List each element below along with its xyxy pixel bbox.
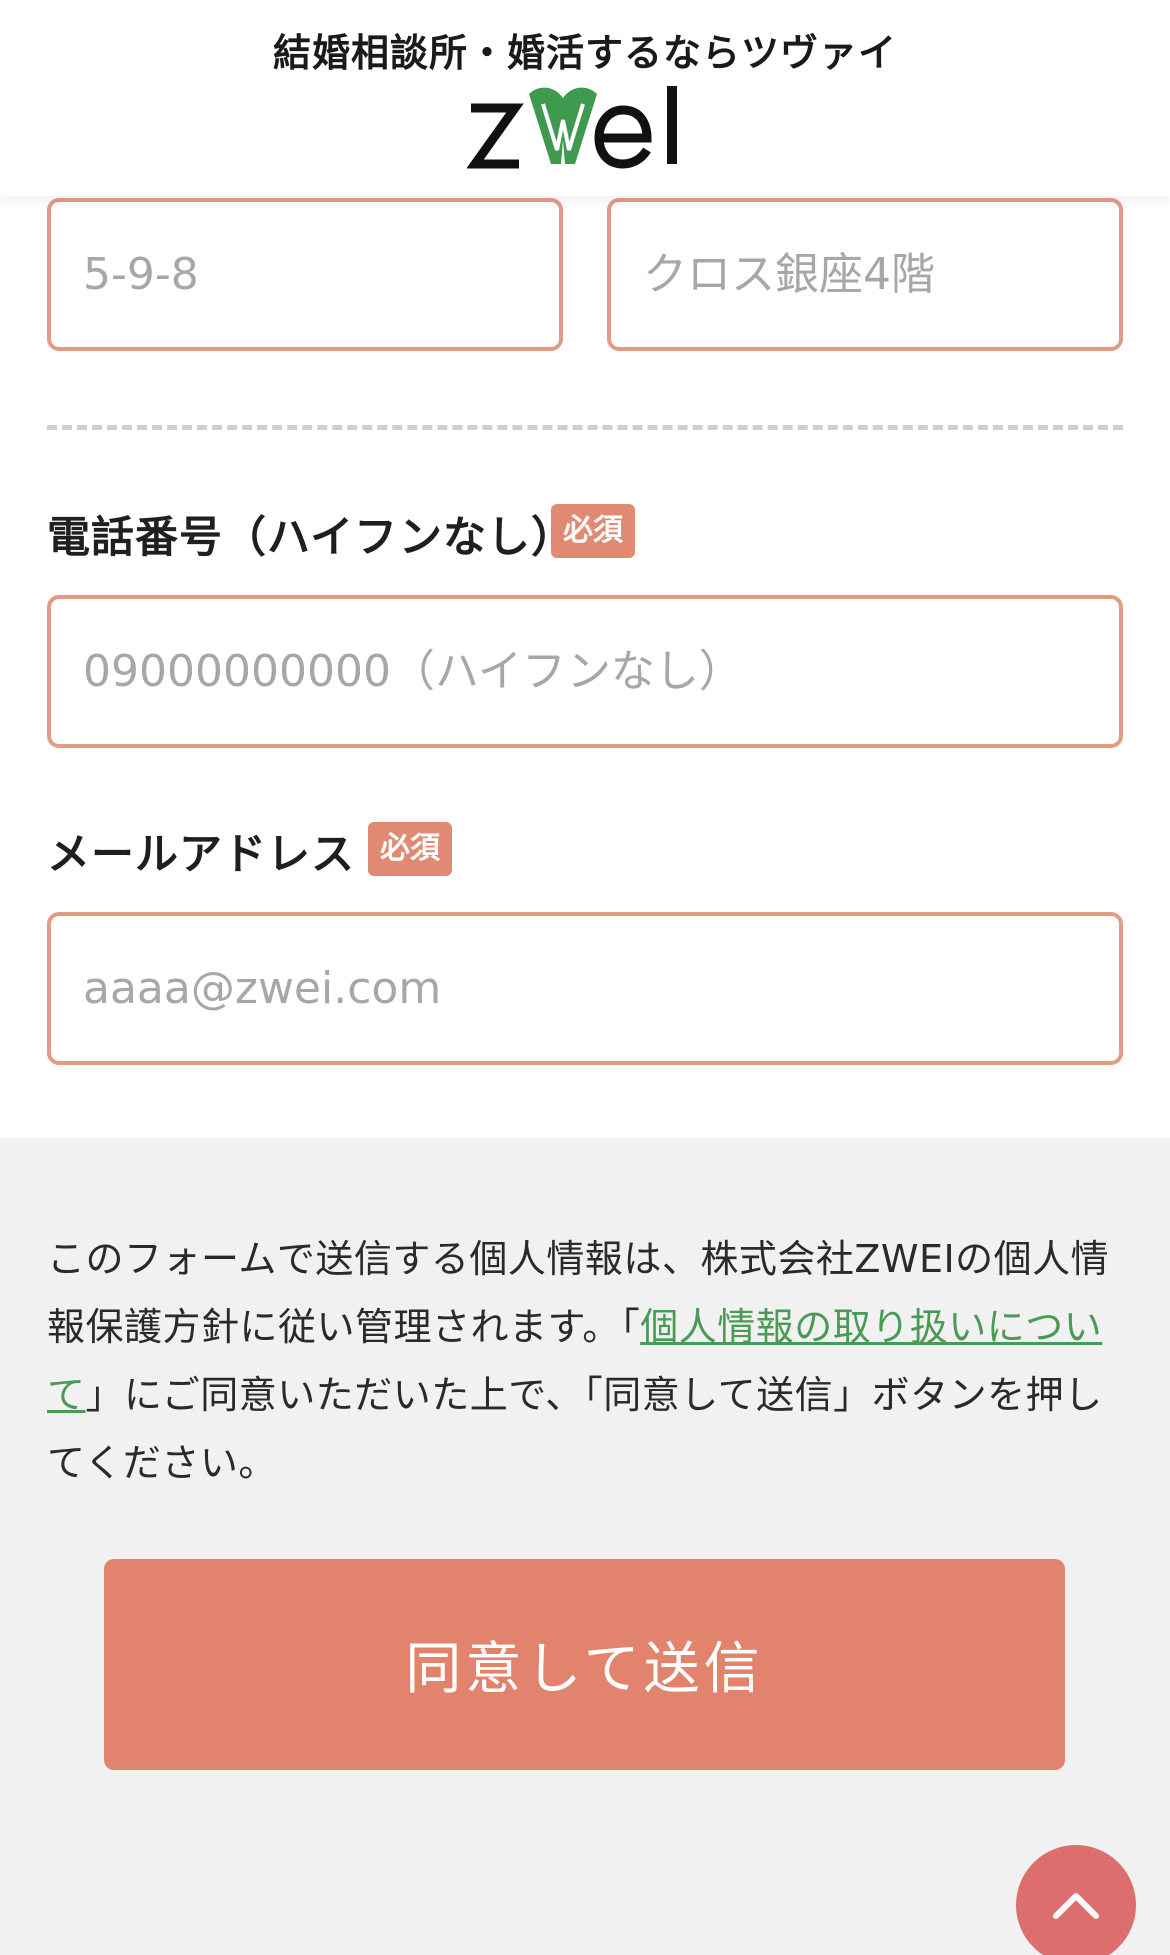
phone-input[interactable] [51,599,1119,744]
consent-text-after: 」にご同意いただいた上で、「同意して送信」ボタンを押してください。 [47,1373,1103,1485]
section-divider [47,425,1123,430]
agree-and-submit-button[interactable]: 同意して送信 [104,1559,1065,1770]
site-header: 結婚相談所・婚活するならツヴァイ [0,0,1170,196]
scroll-to-top-button[interactable] [1016,1845,1136,1955]
address-street-field[interactable] [47,198,563,351]
logo-letter-i [667,86,677,164]
logo-letter-z [467,103,524,169]
page: 結婚相談所・婚活するならツヴァイ 電話番号（ハイフンなし） 必須 メールアドレス… [0,0,1170,1955]
address-building-field[interactable] [607,198,1123,351]
phone-field[interactable] [47,595,1123,748]
header-tagline: 結婚相談所・婚活するならツヴァイ [272,31,897,75]
email-input[interactable] [51,916,1119,1061]
chevron-up-icon [1053,1893,1099,1919]
email-field[interactable] [47,912,1123,1065]
email-label: メールアドレス [47,830,355,880]
consent-text: このフォームで送信する個人情報は、株式会社ZWEIの個人情報保護方針に従い管理さ… [47,1225,1127,1497]
consent-section: このフォームで送信する個人情報は、株式会社ZWEIの個人情報保護方針に従い管理さ… [0,1138,1170,1955]
address-street-input[interactable] [51,202,559,347]
phone-required-badge: 必須 [551,504,635,558]
email-required-badge: 必須 [368,822,452,876]
logo-letter-e [594,105,652,169]
address-building-input[interactable] [611,202,1119,347]
zwei-logo[interactable] [467,80,703,170]
phone-label: 電話番号（ハイフンなし） [47,513,575,563]
